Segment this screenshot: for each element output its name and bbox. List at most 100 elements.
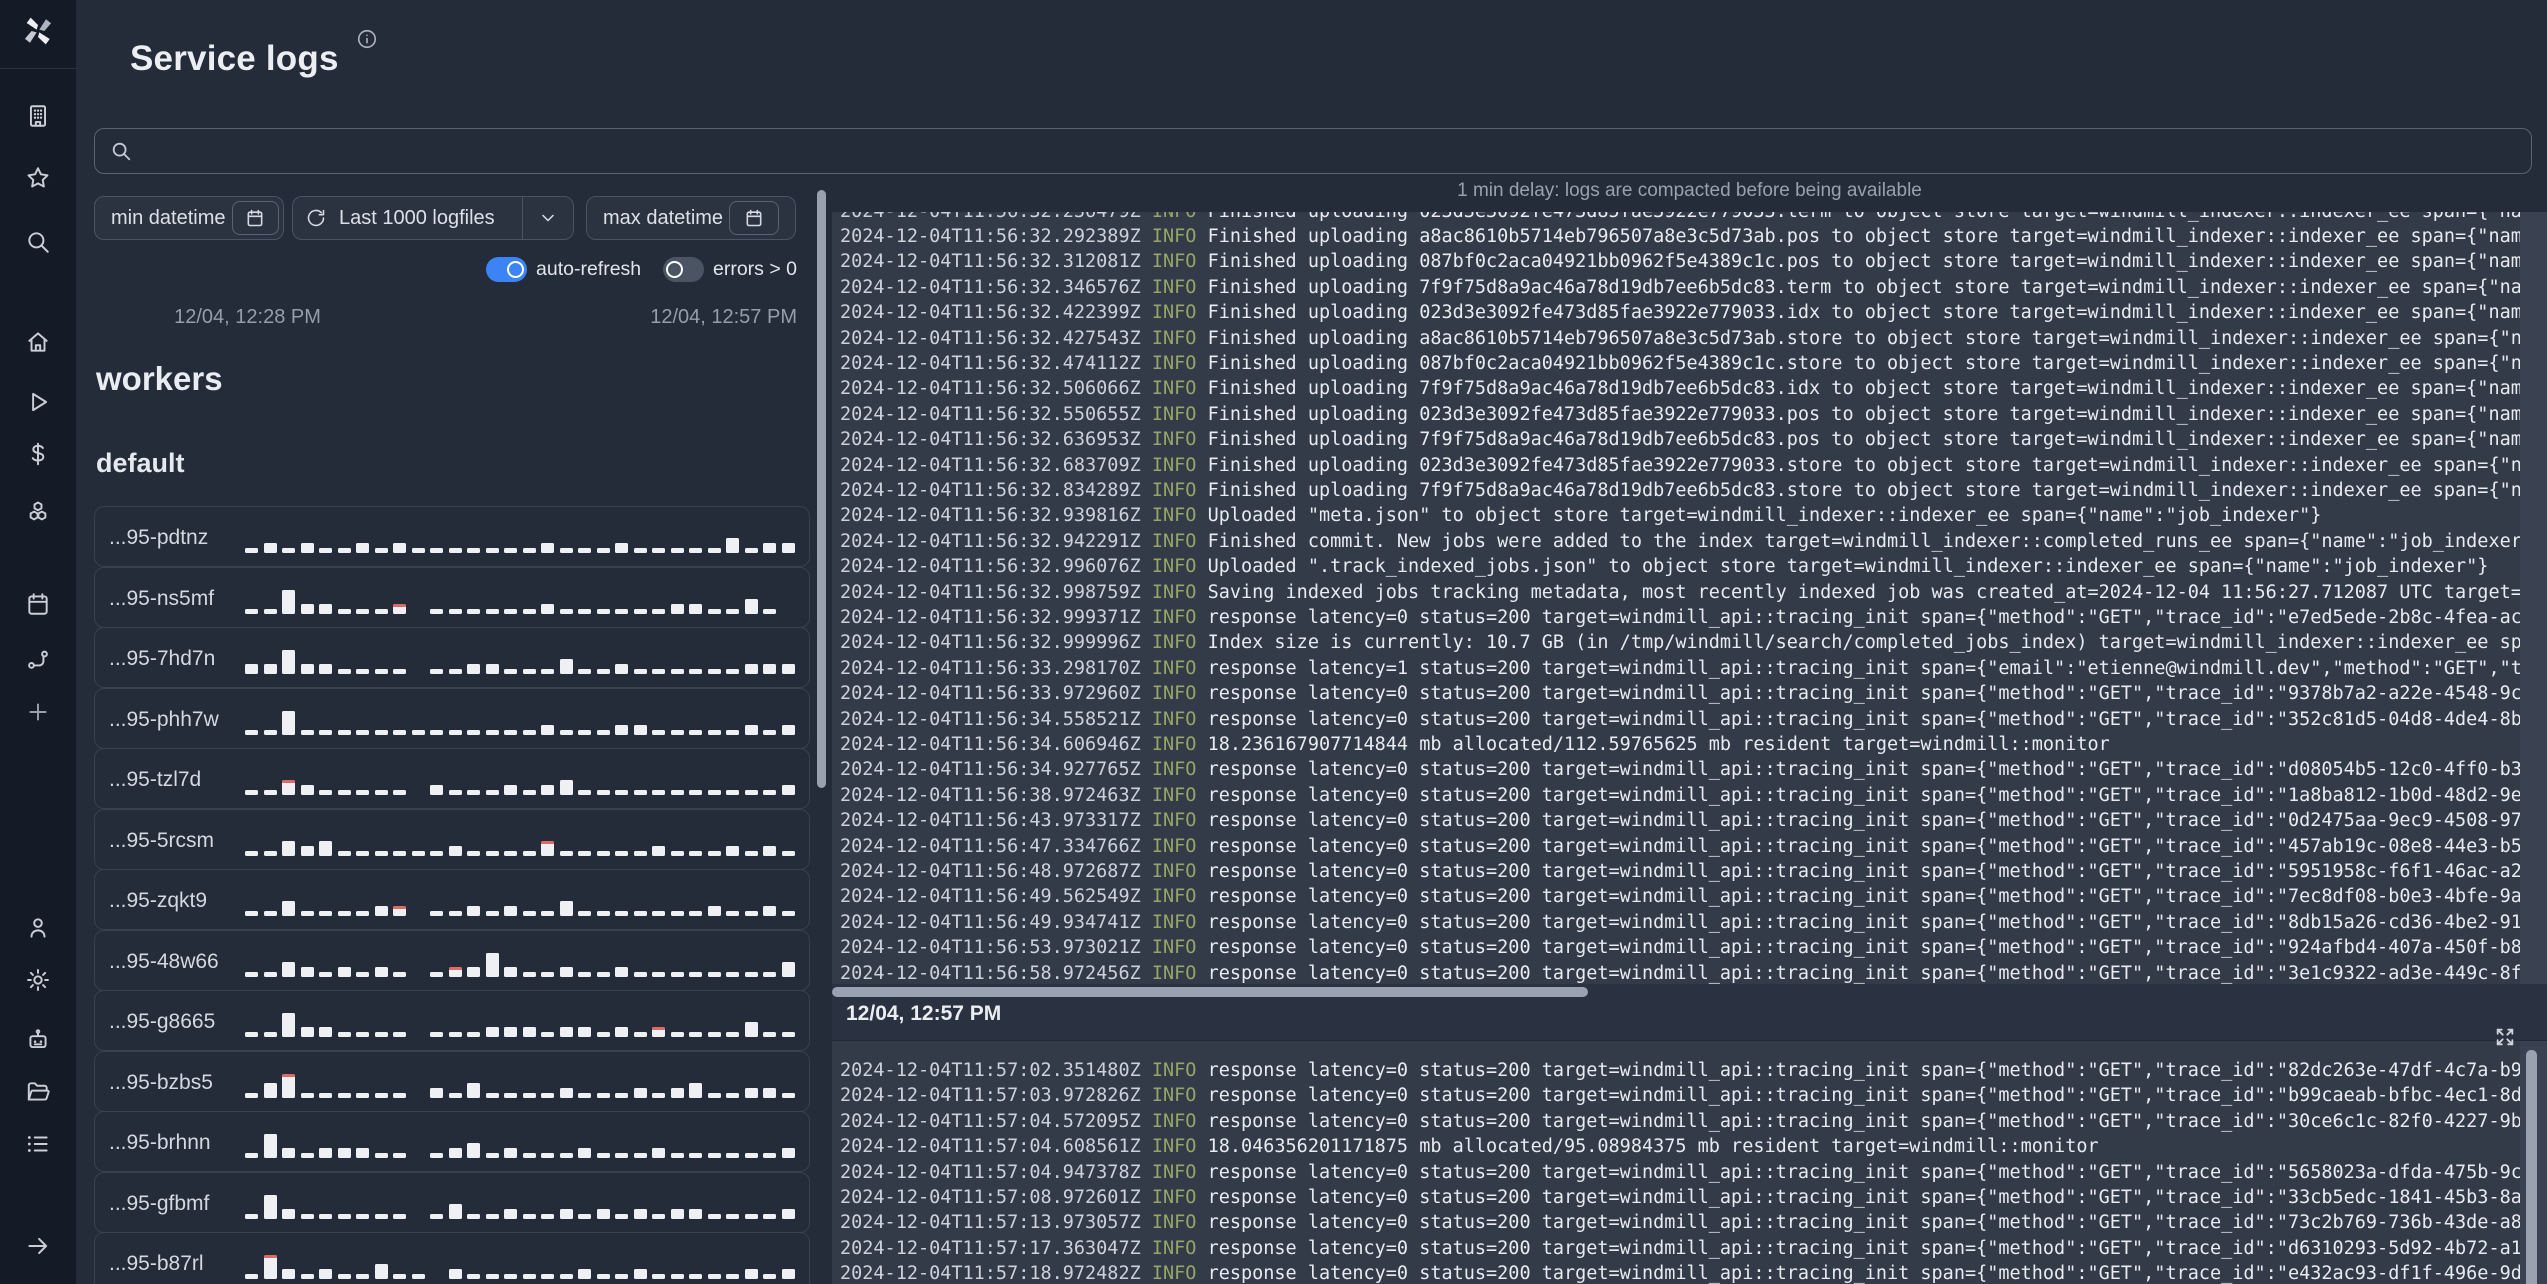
log-level: INFO [1151,302,1208,324]
sidebar-item-folder-icon[interactable] [24,1078,52,1106]
activity-bar [282,1269,295,1279]
worker-row[interactable]: ...95-brhnn [94,1111,810,1172]
activity-bar [689,669,702,674]
log-timestamp: 2024-12-04T11:56:32.683709Z [840,454,1152,476]
errors-toggle[interactable] [663,257,704,282]
worker-row[interactable]: ...95-ns5mf [94,566,810,628]
log-timestamp: 2024-12-04T11:56:32.506066Z [840,378,1152,400]
worker-row[interactable]: ...95-7hd7n [94,627,810,688]
logfiles-dropdown-toggle[interactable] [522,197,573,239]
max-datetime-button[interactable]: max datetime [586,196,796,240]
sidebar-item-dollar-icon[interactable] [24,440,52,468]
worker-row[interactable]: ...95-g8665 [94,990,810,1051]
sidebar-item-search-icon[interactable] [24,228,52,256]
activity-bar [282,901,295,916]
log-level: INFO [1151,378,1208,400]
worker-id-label: ...95-g8665 [109,1010,216,1033]
log-timestamp: 2024-12-04T11:56:33.298170Z [840,657,1152,679]
sidebar-item-play-icon[interactable] [24,388,52,416]
log-horizontal-scrollbar[interactable] [832,987,1588,997]
activity-bar [374,608,388,614]
worker-activity-sparkline [245,1253,797,1279]
min-datetime-label: min datetime [111,206,226,229]
activity-bar [393,1274,406,1279]
calendar-icon[interactable] [231,201,279,235]
log-timestamp: 2024-12-04T11:56:32.999996Z [840,632,1152,654]
worker-row[interactable]: ...95-gfbmf [94,1171,810,1233]
activity-bar [541,724,554,735]
worker-row[interactable]: ...95-5rcsm [94,808,810,870]
log-timestamp: 2024-12-04T11:56:47.334766Z [840,835,1152,857]
worker-id-label: ...95-bzbs5 [109,1070,213,1094]
activity-bar [596,1274,610,1279]
sidebar-item-plus-icon[interactable] [24,698,52,726]
activity-bar [670,1087,684,1098]
activity-bar [448,845,462,856]
sidebar-item-robot-icon[interactable] [24,1026,52,1054]
sidebar-item-list-icon[interactable] [24,1130,52,1158]
activity-bar [263,1194,277,1219]
auto-refresh-toggle[interactable] [486,257,527,282]
activity-bar [337,669,351,674]
activity-bar [578,1027,591,1037]
sidebar-item-star-icon[interactable] [24,164,52,192]
sidebar-item-route-icon[interactable] [24,646,52,674]
sidebar-item-gear-icon[interactable] [24,966,52,994]
activity-bar [522,850,536,856]
service-logs-page: Service logs min datetime Last 1000 logf… [0,0,2547,1284]
activity-bar [300,1274,314,1279]
sidebar-item-calendar-icon[interactable] [24,590,52,618]
activity-bar [670,1032,684,1037]
activity-bar [282,1148,295,1158]
activity-bar [744,911,758,916]
activity-bar [245,1213,258,1219]
logfiles-label: Last 1000 logfiles [339,206,495,229]
activity-bar [393,971,406,977]
worker-row[interactable]: ...95-b87rl [94,1232,810,1284]
activity-bar [467,608,480,614]
worker-row[interactable]: ...95-pdtnz [94,506,810,567]
activity-bar [393,1213,406,1219]
logfiles-select[interactable]: Last 1000 logfiles [292,196,574,240]
calendar-icon[interactable] [729,201,780,235]
activity-bar [615,790,628,795]
activity-bar [245,911,258,916]
activity-bar [522,911,536,916]
activity-bar [652,608,665,614]
activity-bar [374,729,388,735]
sidebar-item-home-icon[interactable] [24,328,52,356]
sidebar-item-arrow-right-icon[interactable] [24,1232,52,1260]
windmill-logo-icon[interactable] [21,14,55,48]
min-datetime-button[interactable]: min datetime [94,196,284,240]
worker-row[interactable]: ...95-bzbs5 [94,1050,810,1112]
log-message: response latency=0 status=200 target=win… [1207,1237,2547,1259]
worker-row[interactable]: ...95-zqkt9 [94,869,810,930]
sidebar-item-person-icon[interactable] [24,914,52,942]
activity-bar [263,1082,277,1098]
activity-bar [615,966,628,977]
worker-row[interactable]: ...95-tzl7d [94,748,810,809]
worker-row[interactable]: ...95-phh7w [94,687,810,749]
search-input[interactable] [143,131,2517,173]
expand-icon[interactable] [2494,1026,2516,1048]
log-level: INFO [1151,276,1208,298]
worker-row[interactable]: ...95-48w66 [94,929,810,991]
log-vertical-scrollbar[interactable] [817,190,826,788]
activity-bar [374,1092,388,1098]
info-icon[interactable] [356,28,378,50]
activity-bar [504,850,517,856]
log2-vertical-scrollbar[interactable] [2526,1050,2537,1284]
activity-bar [744,1087,758,1098]
log-message: Finished uploading 087bf0c2aca04921bb096… [1207,251,2547,273]
activity-bar [282,589,295,614]
activity-bar [522,548,536,553]
sidebar-item-building-icon[interactable] [24,102,52,130]
log-message: response latency=0 status=200 target=win… [1207,886,2547,908]
activity-bar [781,1208,795,1219]
worker-id-label: ...95-gfbmf [109,1191,210,1215]
activity-bar [689,1208,702,1219]
activity-bar [485,850,499,856]
sidebar-item-cubes-icon[interactable] [24,498,52,526]
activity-bar [374,906,388,916]
activity-bar [430,785,443,795]
